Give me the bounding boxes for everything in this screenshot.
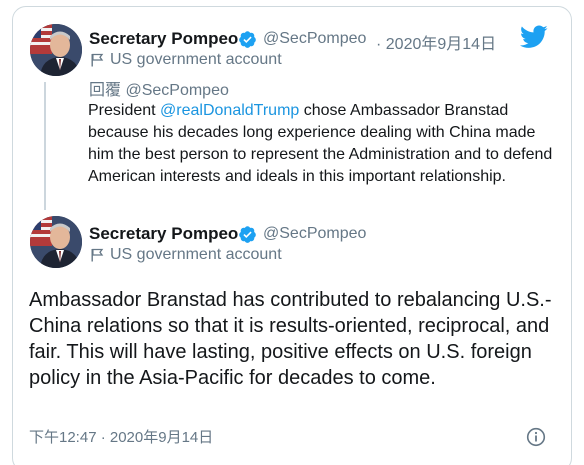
author-handle[interactable]: @SecPompeo: [263, 30, 366, 48]
reply-prefix: 回覆: [89, 82, 122, 99]
parent-text-before: President: [88, 102, 161, 119]
avatar[interactable]: [30, 24, 82, 76]
avatar[interactable]: [30, 216, 82, 268]
government-account-label: US government account: [110, 51, 282, 68]
author-name[interactable]: Secretary Pompeo: [89, 29, 238, 49]
mention-link[interactable]: @realDonaldTrump: [160, 102, 299, 119]
government-account-label: US government account: [110, 246, 282, 263]
parent-tweet-text: President @realDonaldTrump chose Ambassa…: [88, 100, 558, 188]
main-tweet-text: Ambassador Branstad has contributed to r…: [29, 289, 552, 389]
flag-icon: [91, 248, 104, 262]
replying-to: 回覆 @SecPompeo: [89, 76, 229, 100]
tweet-timestamp-link[interactable]: 下午12:47 · 2020年9月14日: [29, 426, 213, 447]
reply-handle-link[interactable]: @SecPompeo: [125, 82, 228, 99]
verified-badge-icon: [239, 226, 256, 243]
info-icon[interactable]: [526, 427, 546, 447]
verified-badge-icon: [239, 31, 256, 48]
thread-connector-line: [44, 82, 46, 210]
twitter-bird-icon[interactable]: [520, 25, 548, 49]
flag-icon: [91, 53, 104, 67]
author-name[interactable]: Secretary Pompeo: [89, 224, 238, 244]
author-handle[interactable]: @SecPompeo: [263, 225, 366, 243]
tweet-date[interactable]: · 2020年9月14日: [376, 30, 496, 54]
